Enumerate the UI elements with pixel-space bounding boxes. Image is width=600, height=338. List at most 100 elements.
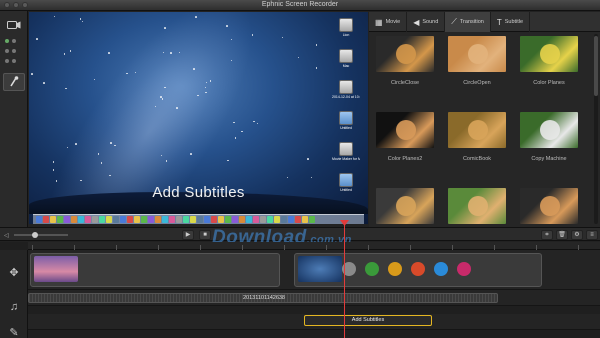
- dock-app-icon: [169, 216, 175, 223]
- dock-app-icon: [204, 216, 210, 223]
- clip-thumbnail: [34, 256, 78, 282]
- video-clip[interactable]: [30, 253, 280, 287]
- dock-app-icon: [141, 216, 147, 223]
- star: [315, 67, 318, 69]
- tab-sound[interactable]: ◀ Sound: [407, 12, 446, 32]
- video-preview[interactable]: Lion Mac 2014-12-04 at 10.01 Untitled Movie …: [29, 12, 368, 224]
- desktop-icon: Movie Maker for Mac: [332, 142, 360, 170]
- star: [81, 20, 84, 22]
- desktop-icon: Lion: [332, 18, 360, 46]
- volume-icon: ◁: [4, 233, 9, 239]
- tab-movie[interactable]: ▦ Movie: [369, 12, 408, 32]
- transition-item[interactable]: [375, 188, 435, 232]
- transition-thumbnail: [448, 188, 506, 224]
- dock-app-icon: [190, 216, 196, 223]
- dock-app-icon: [155, 216, 161, 223]
- time-ruler[interactable]: [28, 242, 600, 250]
- play-button[interactable]: ▶: [182, 230, 194, 240]
- file-icon: [339, 80, 353, 94]
- mac-dock: [33, 214, 364, 224]
- dock-app-icon: [43, 216, 49, 223]
- dock-app-icon: [99, 216, 105, 223]
- effects-tabs: ▦ Movie ◀ Sound ⟋ Transition T Subtitle: [369, 12, 600, 32]
- dock-app-icon: [85, 216, 91, 223]
- star: [100, 162, 103, 164]
- transition-item[interactable]: [447, 188, 507, 232]
- transition-item[interactable]: CircleOpen: [447, 36, 507, 86]
- star: [36, 38, 38, 40]
- camera-icon[interactable]: [3, 16, 25, 34]
- subtitle-clip[interactable]: Add Subtitles: [304, 315, 432, 326]
- dock-app-icon: [36, 216, 42, 223]
- record-status-indicators: [5, 57, 23, 65]
- kitten-image: [468, 44, 488, 64]
- desktop-icon: 2014-12-04 at 10.01: [332, 80, 360, 108]
- kitten-image: [468, 196, 488, 216]
- menu-icon[interactable]: ≡: [586, 230, 598, 240]
- dock-app-icon: [211, 216, 217, 223]
- transition-thumbnail: [376, 112, 434, 148]
- volume-slider[interactable]: [14, 232, 68, 238]
- dock-app-icon: [113, 216, 119, 223]
- transition-item[interactable]: ComicBook: [447, 112, 507, 162]
- transition-item[interactable]: [519, 188, 579, 232]
- stop-button[interactable]: ■: [199, 230, 211, 240]
- tab-transition[interactable]: ⟋ Transition: [445, 12, 491, 32]
- crop-icon[interactable]: ⌗: [541, 230, 553, 240]
- star: [110, 142, 112, 144]
- tab-subtitle[interactable]: T Subtitle: [491, 12, 531, 32]
- star: [195, 16, 197, 18]
- star: [310, 176, 313, 179]
- transition-label: Color Planes: [533, 80, 565, 86]
- dock-app-icon: [281, 216, 287, 223]
- desktop-icon-label: Movie Maker for Mac: [332, 157, 360, 161]
- record-status-indicators: [5, 37, 23, 45]
- transition-thumbnail: [520, 112, 578, 148]
- dock-app-icon: [78, 216, 84, 223]
- tab-label: Sound: [422, 19, 439, 25]
- left-toolbar: [0, 11, 28, 227]
- kitten-image: [540, 196, 560, 216]
- panel-scrollbar[interactable]: [594, 34, 598, 224]
- star: [65, 87, 67, 90]
- star: [233, 121, 235, 124]
- dock-app-icon: [148, 216, 154, 223]
- music-track-icon: ♫: [9, 301, 19, 313]
- transition-item[interactable]: Color Planes2: [375, 112, 435, 162]
- dock-app-icon: [267, 216, 273, 223]
- dock-app-icon: [246, 216, 252, 223]
- color-dot[interactable]: [411, 262, 425, 276]
- trash-icon[interactable]: 🗑: [556, 230, 568, 240]
- subtitle-track: Add Subtitles: [28, 314, 600, 330]
- drive-icon: [339, 18, 353, 32]
- microphone-icon[interactable]: [3, 73, 25, 91]
- star: [234, 137, 237, 139]
- color-dot[interactable]: [365, 262, 379, 276]
- playhead[interactable]: [344, 224, 345, 338]
- transition-item[interactable]: CircleClose: [375, 36, 435, 86]
- tab-label: Transition: [459, 19, 484, 25]
- transition-thumbnail: [448, 112, 506, 148]
- dock-app-icon: [309, 216, 315, 223]
- color-dot[interactable]: [434, 262, 448, 276]
- settings-icon[interactable]: ⚙: [571, 230, 583, 240]
- dock-app-icon: [50, 216, 56, 223]
- audio-clip[interactable]: 20131101142638: [28, 293, 498, 303]
- transition-thumbnail: [520, 188, 578, 224]
- dock-app-icon: [92, 216, 98, 223]
- dock-app-icon: [302, 216, 308, 223]
- star: [69, 50, 72, 52]
- transition-item[interactable]: Color Planes: [519, 36, 579, 86]
- desktop-icon-label: Lion: [342, 33, 350, 37]
- kitten-image: [540, 44, 560, 64]
- volume-slider-knob[interactable]: [32, 232, 38, 238]
- star: [176, 107, 178, 109]
- transition-item[interactable]: Copy Machine: [519, 112, 579, 162]
- color-dot[interactable]: [457, 262, 471, 276]
- dock-app-icon: [295, 216, 301, 223]
- dock-app-icon: [134, 216, 140, 223]
- star: [75, 143, 77, 145]
- color-dot[interactable]: [388, 262, 402, 276]
- kitten-image: [468, 120, 488, 140]
- scrollbar-thumb[interactable]: [594, 36, 598, 96]
